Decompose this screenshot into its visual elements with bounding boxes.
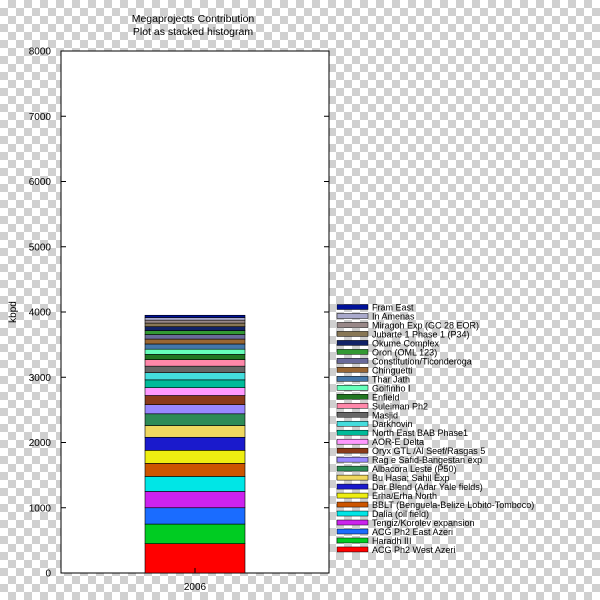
bar-segment — [144, 450, 246, 464]
legend-swatch — [336, 501, 369, 508]
legend-swatch — [336, 537, 369, 544]
bar-segment — [144, 413, 246, 426]
chart-title-line2: Plot as stacked histogram — [133, 26, 253, 38]
legend-swatch — [336, 510, 369, 517]
legend-label: ACG Ph2 West Azeri — [372, 545, 455, 555]
legend-swatch — [336, 304, 369, 310]
x-tick-label: 2006 — [184, 582, 207, 593]
legend-swatch — [336, 385, 369, 391]
bar-segment — [144, 372, 246, 381]
legend-swatch — [336, 456, 369, 463]
bar-segment — [144, 359, 246, 367]
legend-swatch — [336, 376, 369, 382]
bar-segment — [144, 314, 246, 318]
bar-segment — [144, 463, 246, 477]
legend-swatch — [336, 313, 369, 319]
y-tick-label: 8000 — [29, 47, 52, 58]
bar-segment — [144, 395, 246, 405]
bar-segment — [144, 387, 246, 396]
bar-segment — [144, 330, 246, 335]
legend-swatch — [336, 429, 369, 436]
bar-segment — [144, 379, 246, 388]
legend-swatch — [336, 447, 369, 454]
legend-swatch — [336, 367, 369, 373]
bar-segment — [144, 322, 246, 327]
legend-swatch — [336, 349, 369, 355]
legend-swatch — [336, 465, 369, 472]
bar-segment — [144, 354, 246, 360]
bar-segment — [144, 491, 246, 509]
legend-swatch — [336, 474, 369, 481]
legend-swatch — [336, 331, 369, 337]
bar-segment — [144, 343, 246, 350]
y-tick-label: 6000 — [29, 177, 52, 188]
legend-swatch — [336, 546, 369, 553]
legend-swatch — [336, 519, 369, 526]
bar-segment — [144, 348, 246, 355]
legend-swatch — [336, 412, 369, 418]
legend-swatch — [336, 492, 369, 499]
bar-segment — [144, 334, 246, 340]
bar-segment — [144, 317, 246, 321]
legend-swatch — [336, 483, 369, 490]
y-tick-label: 5000 — [29, 242, 52, 253]
bar-segment — [144, 436, 246, 451]
legend-swatch — [336, 528, 369, 535]
chart-title-line1: Megaprojects Contribution — [132, 13, 255, 25]
y-axis-label: kbpd — [8, 301, 19, 323]
y-tick-label: 7000 — [29, 112, 52, 123]
legend-swatch — [336, 403, 369, 409]
bar-segment — [144, 319, 246, 324]
y-tick-label: 1000 — [29, 503, 52, 514]
bar-segment — [144, 523, 246, 544]
y-tick-label: 0 — [45, 569, 51, 580]
legend-swatch — [336, 322, 369, 328]
y-tick-label: 2000 — [29, 438, 52, 449]
bar-segment — [144, 425, 246, 438]
bar-segment — [144, 404, 246, 415]
y-tick-label: 3000 — [29, 373, 52, 384]
bar-segment — [144, 476, 246, 492]
legend-swatch — [336, 420, 369, 427]
bar-segment — [144, 507, 246, 525]
megaprojects-stacked-chart: Megaprojects Contribution Plot as stacke… — [8, 13, 534, 593]
bar-segment — [144, 365, 246, 373]
legend-swatch — [336, 340, 369, 346]
legend: Fram EastIn AmenasMiragoh Exp (GC 28 EOR… — [336, 303, 534, 555]
y-tick-label: 4000 — [29, 308, 52, 319]
bar-segment — [144, 338, 246, 345]
legend-swatch — [336, 358, 369, 364]
bar-segment — [144, 326, 246, 331]
legend-swatch — [336, 394, 369, 400]
bar-stack — [144, 314, 246, 574]
legend-swatch — [336, 438, 369, 445]
